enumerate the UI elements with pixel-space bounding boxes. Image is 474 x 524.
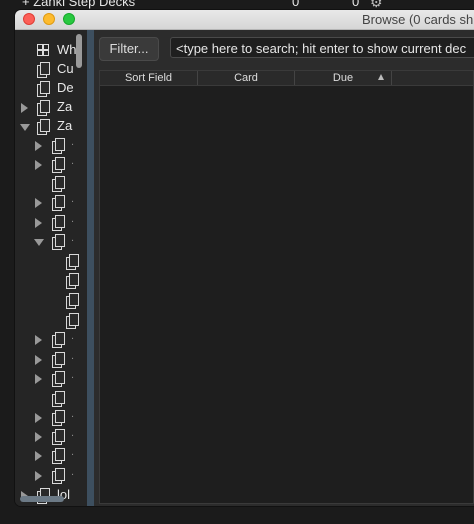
deck-icon	[52, 176, 65, 192]
deck-icon	[52, 157, 65, 173]
sidebar-subitem[interactable]: .	[15, 408, 87, 427]
collapse-arrow-icon[interactable]	[20, 124, 30, 131]
card-table[interactable]: Sort Field Card Due	[99, 70, 474, 504]
sidebar-tree[interactable]: Wh Cu De Za Za . . . . . . . . . . . . l…	[15, 30, 87, 506]
search-input[interactable]: <type here to search; hit enter to show …	[170, 37, 474, 58]
sidebar-item-label: Za	[57, 99, 73, 114]
deck-icon	[52, 391, 65, 407]
truncation-dot: .	[71, 330, 75, 342]
deck-icon	[52, 448, 65, 464]
deck-icon	[37, 81, 50, 97]
truncation-dot: .	[71, 408, 75, 420]
sidebar-item-label: Za	[57, 118, 73, 133]
sidebar-subitem[interactable]: .	[15, 136, 87, 155]
deck-icon	[52, 215, 65, 231]
sidebar-horizontal-scrollbar[interactable]	[20, 496, 64, 502]
sidebar-item-zanki-2[interactable]: Za	[15, 117, 87, 136]
expand-arrow-icon[interactable]	[35, 413, 42, 423]
expand-arrow-icon[interactable]	[35, 471, 42, 481]
truncation-dot: .	[71, 213, 75, 225]
expand-arrow-icon[interactable]	[35, 218, 42, 228]
sidebar-subitem[interactable]	[15, 271, 87, 290]
truncation-dot: .	[71, 232, 75, 244]
deck-icon	[52, 234, 65, 250]
sidebar-subitem[interactable]: .	[15, 369, 87, 388]
sidebar-subitem[interactable]: .	[15, 213, 87, 232]
truncation-dot: .	[71, 350, 75, 362]
expand-arrow-icon[interactable]	[21, 103, 28, 113]
maximize-button[interactable]	[63, 13, 75, 25]
sidebar-item-zanki-1[interactable]: Za	[15, 98, 87, 117]
expand-arrow-icon[interactable]	[35, 355, 42, 365]
sidebar-subitem[interactable]	[15, 311, 87, 330]
main-deck-list-row: + Zanki Step Decks 0 0 ⚙	[0, 0, 474, 10]
window-title: Browse (0 cards sh	[362, 12, 474, 27]
truncation-dot: .	[71, 427, 75, 439]
deck-icon	[52, 138, 65, 154]
expand-arrow-icon[interactable]	[35, 374, 42, 384]
sidebar-subitem[interactable]	[15, 291, 87, 310]
deck-icon	[37, 100, 50, 116]
gear-icon[interactable]: ⚙	[370, 0, 383, 10]
deck-icon	[52, 332, 65, 348]
table-header: Sort Field Card Due	[100, 71, 473, 86]
truncation-dot: .	[71, 466, 75, 478]
deck-icon	[66, 293, 79, 309]
sidebar-subitem[interactable]: .	[15, 155, 87, 174]
column-header-card[interactable]: Card	[198, 71, 295, 85]
sidebar-subitem[interactable]: .	[15, 193, 87, 212]
deck-icon	[66, 254, 79, 270]
truncation-dot: .	[71, 155, 75, 167]
due-count: 0	[292, 0, 300, 9]
deck-icon	[52, 352, 65, 368]
expand-arrow-icon[interactable]	[35, 198, 42, 208]
sidebar-item-label: Wh	[57, 42, 77, 57]
browse-window: Browse (0 cards sh Wh Cu De Za Za . . . …	[15, 10, 474, 506]
sidebar-item-label: Cu	[57, 61, 74, 76]
splitter-handle[interactable]	[87, 30, 94, 506]
deck-icon	[66, 273, 79, 289]
deck-icon	[52, 371, 65, 387]
deck-icon	[37, 62, 50, 78]
truncation-dot: .	[71, 136, 75, 148]
sidebar-subitem[interactable]	[15, 252, 87, 271]
expand-arrow-icon[interactable]	[35, 451, 42, 461]
sidebar-subitem[interactable]	[15, 389, 87, 408]
expand-arrow-icon[interactable]	[35, 141, 42, 151]
deck-icon	[52, 429, 65, 445]
truncation-dot: .	[71, 193, 75, 205]
expand-arrow-icon[interactable]	[35, 432, 42, 442]
deck-name: + Zanki Step Decks	[22, 0, 136, 9]
sidebar-item-default-deck[interactable]: De	[15, 79, 87, 98]
column-header-sort-field[interactable]: Sort Field	[100, 71, 198, 85]
deck-icon	[37, 119, 50, 135]
minimize-button[interactable]	[43, 13, 55, 25]
sidebar-subitem[interactable]: .	[15, 466, 87, 485]
expand-arrow-icon[interactable]	[35, 335, 42, 345]
truncation-dot: .	[71, 369, 75, 381]
collapse-arrow-icon[interactable]	[34, 239, 44, 246]
sidebar-subitem[interactable]: .	[15, 427, 87, 446]
title-bar[interactable]: Browse (0 cards sh	[15, 10, 474, 30]
sidebar-subitem[interactable]: .	[15, 350, 87, 369]
sidebar-item-label: De	[57, 80, 74, 95]
truncation-dot: .	[71, 446, 75, 458]
sidebar-subitem[interactable]: .	[15, 446, 87, 465]
sort-ascending-icon	[378, 74, 384, 80]
sidebar-vertical-scrollbar[interactable]	[76, 34, 82, 68]
sidebar-subitem[interactable]: .	[15, 232, 87, 251]
deck-icon	[52, 468, 65, 484]
sidebar-subitem[interactable]	[15, 174, 87, 193]
sidebar-subitem[interactable]: .	[15, 330, 87, 349]
grid-icon	[37, 44, 49, 56]
deck-icon	[66, 313, 79, 329]
expand-arrow-icon[interactable]	[35, 160, 42, 170]
close-button[interactable]	[23, 13, 35, 25]
filter-button[interactable]: Filter...	[99, 37, 159, 61]
browser-main-panel: Filter... <type here to search; hit ente…	[94, 30, 474, 506]
deck-icon	[52, 195, 65, 211]
deck-icon	[52, 410, 65, 426]
new-count: 0	[352, 0, 360, 9]
